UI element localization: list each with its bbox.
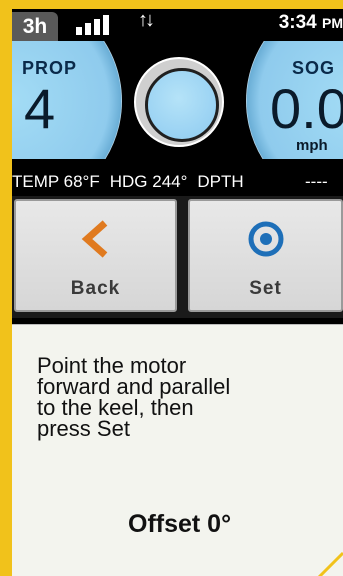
center-compass-button[interactable]: [134, 57, 224, 147]
corner-accent-icon: [317, 551, 343, 576]
device-bezel: { "status": { "badge": "3h", "time": "3:…: [0, 0, 343, 576]
gauge-panel: PROP 4 SOG 0.0 mph: [12, 41, 343, 159]
center-compass-face: [145, 68, 219, 142]
sog-label: SOG: [291, 58, 335, 78]
button-row: Back Set: [12, 196, 343, 318]
instruction-text: Point the motor forward and parallel to …: [37, 353, 231, 441]
back-button-label: Back: [70, 278, 121, 299]
status-bar: 3h ↑↓ 3:34 PM: [12, 9, 343, 42]
device-screen: 3h ↑↓ 3:34 PM PROP 4 SOG 0.0 mph TEMP 68…: [12, 9, 343, 576]
info-strip: TEMP 68°F HDG 244° DPTH ----: [12, 168, 343, 196]
instruction-panel: Point the motor forward and parallel to …: [12, 324, 343, 576]
back-button[interactable]: Back: [14, 199, 177, 312]
heading-readout: HDG 244°: [109, 172, 188, 191]
prop-value: 4: [24, 77, 56, 140]
chevron-left-icon: [81, 220, 107, 258]
status-clock: 3:34 PM: [279, 12, 343, 34]
signal-bars-icon: [76, 13, 116, 35]
clock-time: 3:34: [278, 12, 317, 33]
set-button-label: Set: [249, 278, 282, 299]
depth-value: ----: [305, 172, 328, 191]
set-button[interactable]: Set: [188, 199, 343, 312]
data-transfer-icon: ↑↓: [138, 9, 155, 31]
sog-value: 0.0: [270, 77, 343, 140]
target-circle-icon: [248, 221, 283, 257]
profile-badge[interactable]: 3h: [12, 12, 58, 42]
temp-readout: TEMP 68°F: [12, 172, 100, 191]
offset-readout: Offset 0°: [128, 510, 232, 538]
clock-ampm: PM: [322, 15, 343, 31]
sog-unit: mph: [296, 137, 328, 154]
prop-label: PROP: [22, 58, 78, 78]
depth-label: DPTH: [197, 172, 244, 191]
